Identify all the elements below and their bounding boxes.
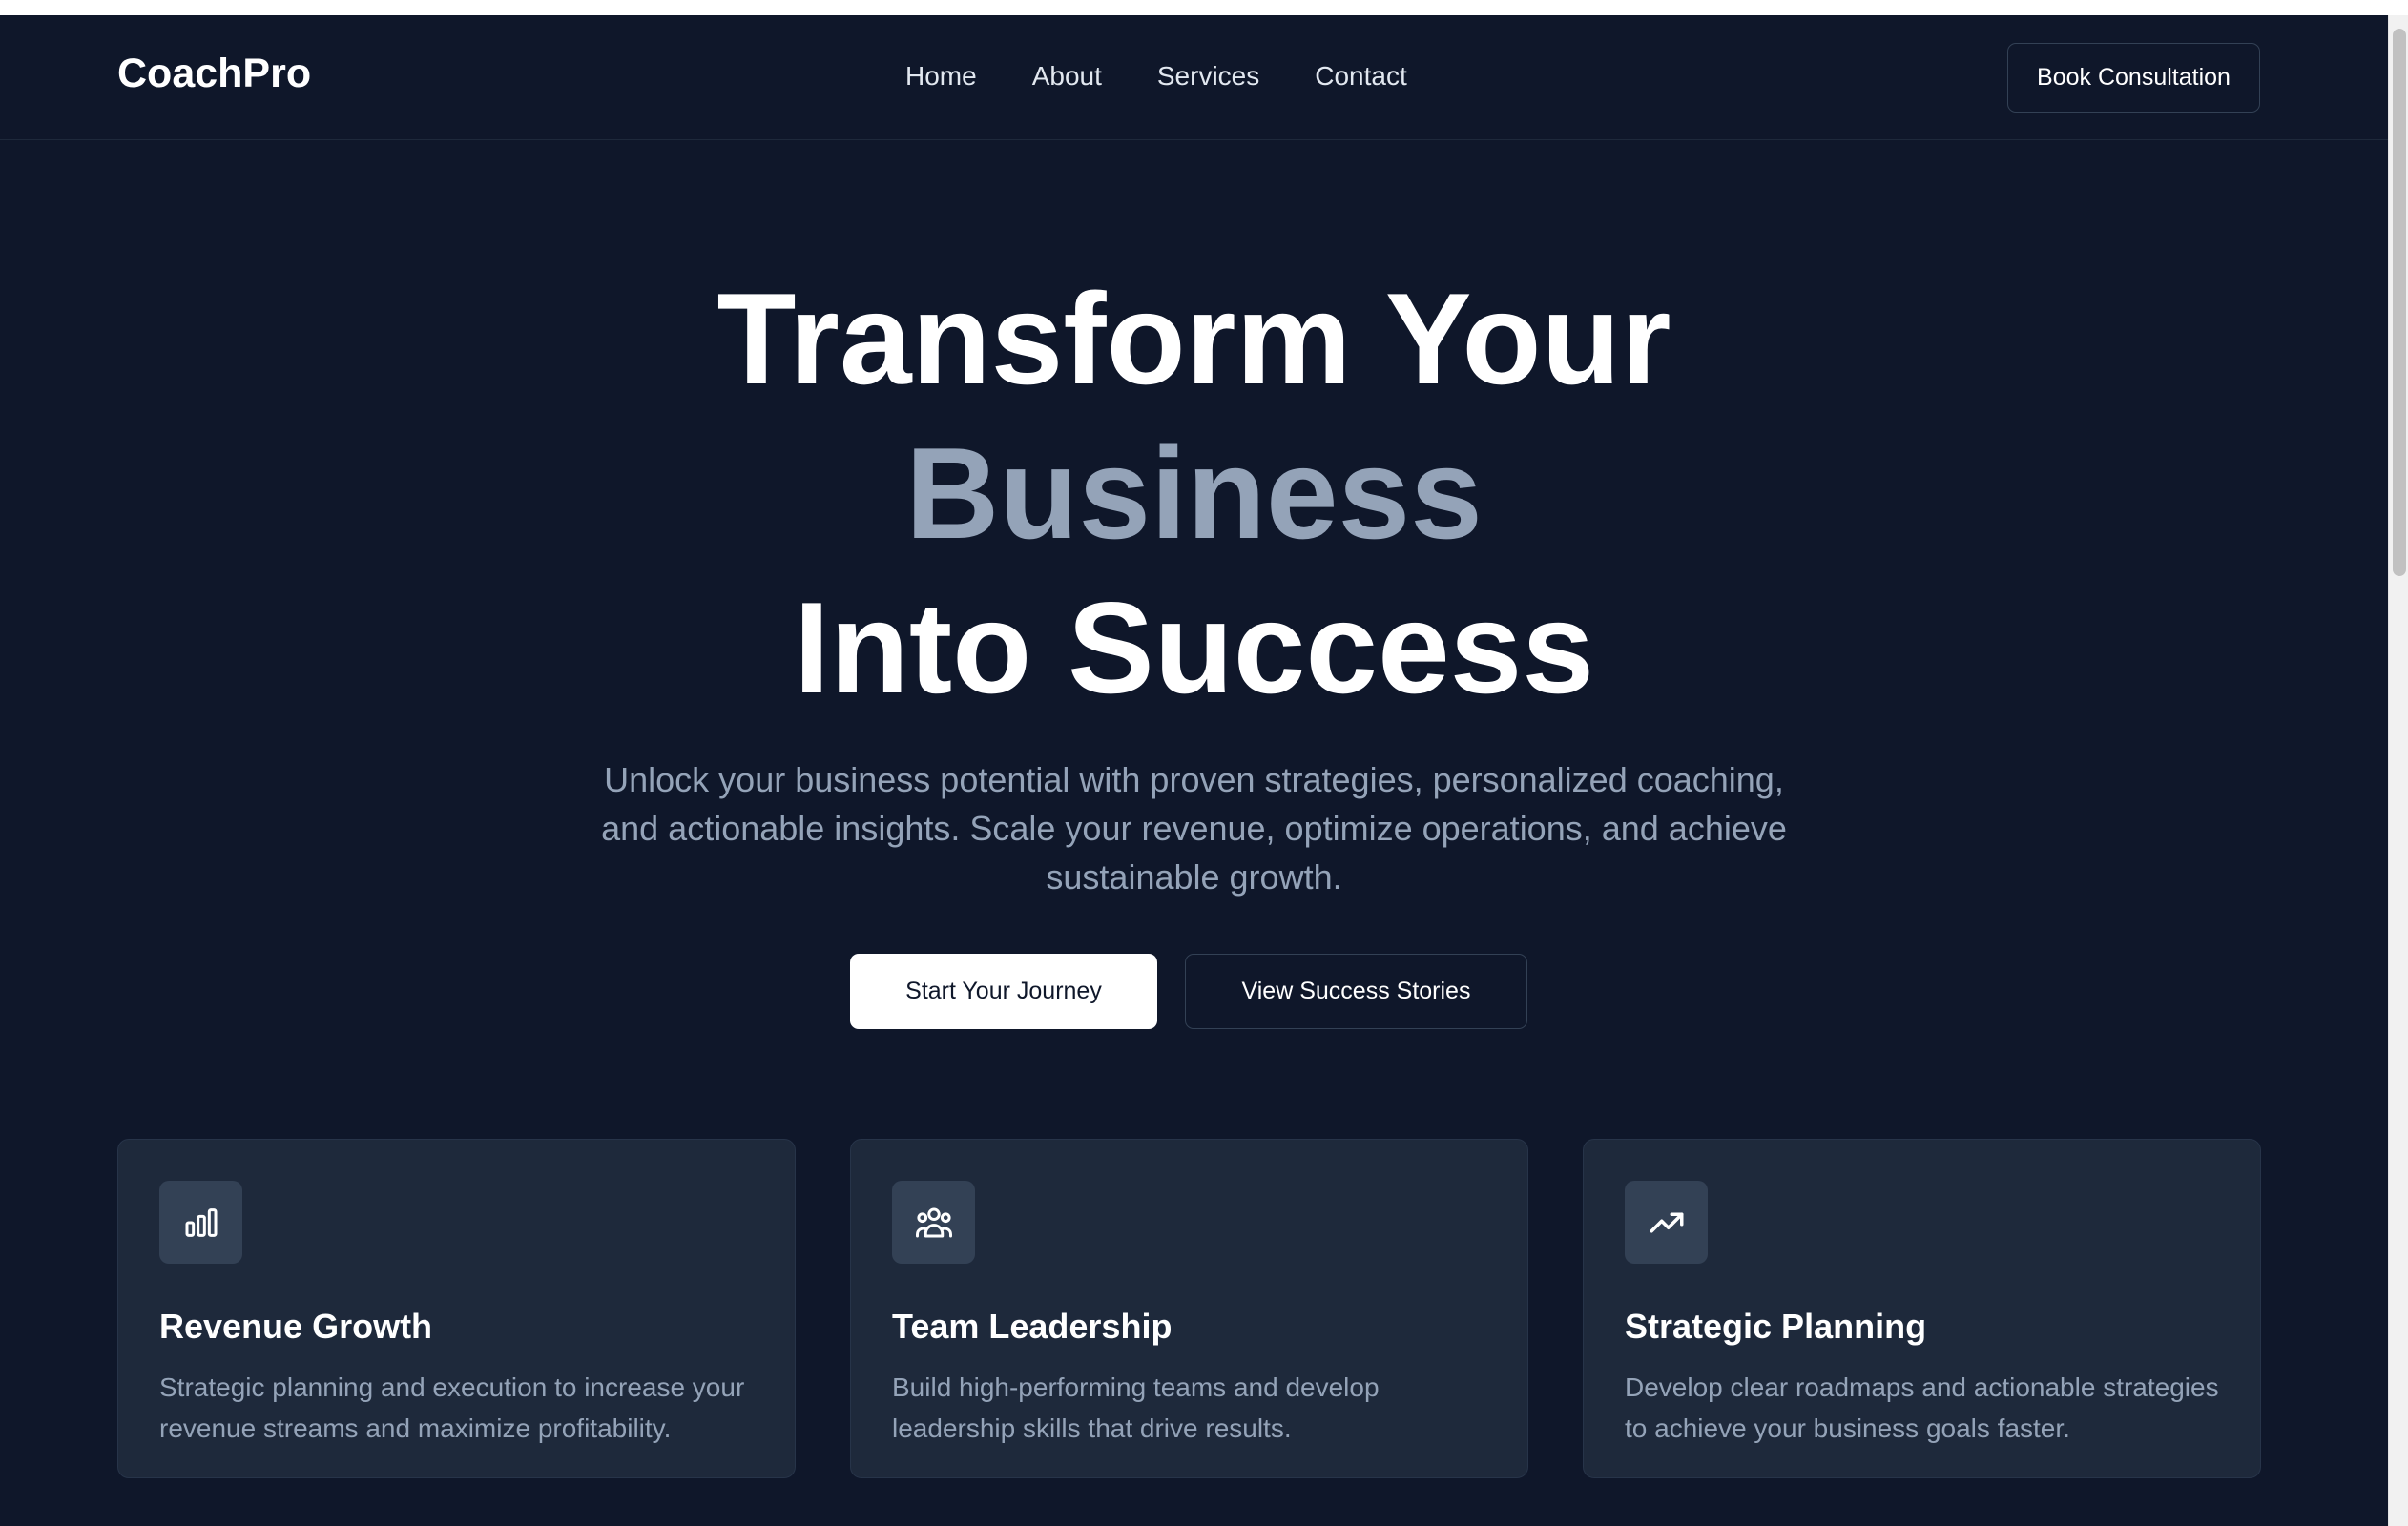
book-consultation-button[interactable]: Book Consultation [2007,43,2260,113]
nav-link-services[interactable]: Services [1157,63,1259,90]
scrollbar-thumb[interactable] [2393,29,2406,576]
vertical-scrollbar[interactable] [2388,15,2408,1526]
trending-up-icon [1625,1181,1708,1264]
feature-description: Strategic planning and execution to incr… [159,1372,745,1443]
hero-title: Transform Your Business Into Success [0,261,2388,725]
users-icon [892,1181,975,1264]
feature-description: Develop clear roadmaps and actionable st… [1625,1372,2219,1443]
hero-title-line-3: Into Success [794,575,1594,720]
feature-title: Team Leadership [892,1307,1173,1346]
nav-link-about[interactable]: About [1032,63,1102,90]
hero-title-accent: Business [905,421,1483,566]
nav-link-home[interactable]: Home [905,63,977,90]
hero-subtitle: Unlock your business potential with prov… [601,760,1787,897]
main-nav: Home About Services Contact [905,63,1407,90]
start-journey-button[interactable]: Start Your Journey [850,954,1157,1029]
nav-link-contact[interactable]: Contact [1315,63,1407,90]
hero-title-line-1: Transform Your [716,266,1671,411]
logo[interactable]: CoachPro [117,53,311,94]
feature-card-strategic-planning: Strategic Planning Develop clear roadmap… [1583,1139,2261,1478]
feature-card-revenue-growth: Revenue Growth Strategic planning and ex… [117,1139,796,1478]
bar-chart-icon [159,1181,242,1264]
feature-title: Strategic Planning [1625,1307,1927,1346]
site-header: CoachPro Home About Services Contact Boo… [0,15,2388,140]
feature-description: Build high-performing teams and develop … [892,1372,1380,1443]
page-viewport: CoachPro Home About Services Contact Boo… [0,15,2388,1526]
view-success-stories-button[interactable]: View Success Stories [1185,954,1527,1029]
feature-card-team-leadership: Team Leadership Build high-performing te… [850,1139,1528,1478]
feature-title: Revenue Growth [159,1307,433,1346]
